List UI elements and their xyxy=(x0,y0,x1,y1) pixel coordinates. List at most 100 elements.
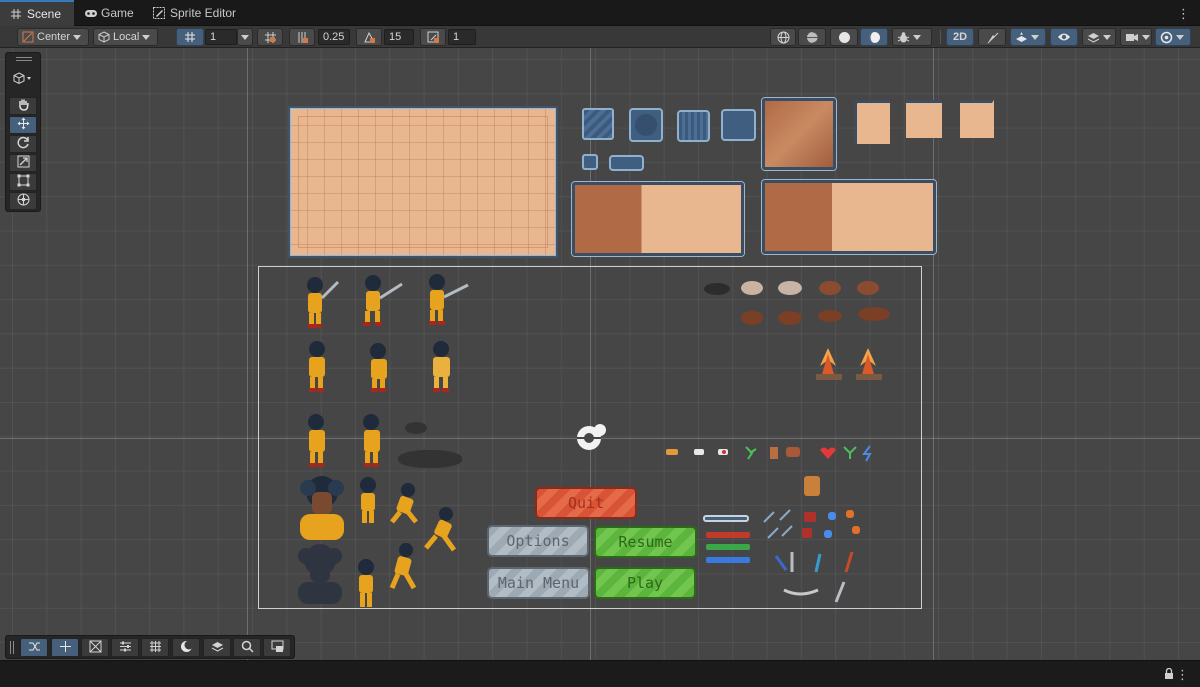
bar-green-sprite[interactable] xyxy=(706,544,750,550)
grid-size-dropdown[interactable] xyxy=(237,28,253,46)
increment-snap-toggle[interactable] xyxy=(257,28,283,46)
rotate-snap-button[interactable] xyxy=(356,28,382,46)
options-button-sprite[interactable]: Options xyxy=(487,525,589,557)
wireframe-shading-button[interactable] xyxy=(770,28,796,46)
rat-sprite-row-1[interactable] xyxy=(740,278,900,335)
tab-scene[interactable]: Scene xyxy=(0,0,74,26)
palette-grip[interactable] xyxy=(16,57,32,58)
pivot-dropdown[interactable]: Center xyxy=(17,28,89,46)
chevron-down-icon xyxy=(142,34,151,40)
scale-snap-button[interactable] xyxy=(420,28,446,46)
overlay-button[interactable] xyxy=(141,638,169,657)
character-sprite[interactable] xyxy=(360,274,403,328)
scene-visibility-toggle[interactable] xyxy=(1050,28,1078,46)
character-sprite[interactable] xyxy=(302,413,332,474)
slot-pill-sprite[interactable] xyxy=(609,155,644,171)
character-running-sprite[interactable] xyxy=(422,506,462,557)
camera-gizmo-icon[interactable] xyxy=(576,422,608,455)
space-dropdown[interactable]: Local xyxy=(93,28,158,46)
bar-empty-sprite[interactable] xyxy=(703,515,749,522)
lock-icon[interactable] xyxy=(1164,667,1174,683)
debug-draw-dropdown[interactable] xyxy=(892,28,932,46)
transform-tool[interactable] xyxy=(9,192,37,210)
slot-striped-sprite[interactable] xyxy=(582,108,614,140)
overlay-toolbar xyxy=(5,635,295,659)
character-sprite[interactable] xyxy=(426,340,460,399)
move-tool[interactable] xyxy=(9,116,37,134)
effects-dropdown[interactable] xyxy=(1010,28,1046,46)
overlay-button[interactable] xyxy=(263,638,291,657)
overlay-button[interactable] xyxy=(20,638,48,657)
slot-plain-sprite[interactable] xyxy=(721,109,756,141)
panel-wide-right-sprite[interactable] xyxy=(762,180,936,254)
panel-corner-sprite[interactable] xyxy=(854,100,890,144)
overlay-button[interactable] xyxy=(233,638,261,657)
panel-wide-left-sprite[interactable] xyxy=(572,182,744,256)
bar-blue-sprite[interactable] xyxy=(706,557,750,563)
character-sprite[interactable] xyxy=(302,276,340,328)
character-sprite[interactable] xyxy=(364,342,394,401)
item-icons-row[interactable] xyxy=(664,445,884,466)
scene-viewport[interactable]: Quit Options Resume Main Menu Play xyxy=(0,48,1200,660)
palette-grip[interactable] xyxy=(16,60,32,61)
portrait-silhouette-sprite[interactable] xyxy=(290,544,350,611)
rotate-snap-field[interactable]: 15 xyxy=(384,29,414,45)
character-portrait-sprite[interactable] xyxy=(292,476,352,543)
character-sprite[interactable] xyxy=(424,273,470,329)
unlit-button[interactable] xyxy=(860,28,888,46)
character-running-sprite[interactable] xyxy=(386,482,426,529)
shaded-wireframe-button[interactable] xyxy=(798,28,826,46)
overlay-button[interactable] xyxy=(172,638,200,657)
rect-tool[interactable] xyxy=(9,173,37,191)
move-snap-field[interactable]: 0.25 xyxy=(318,29,350,45)
slot-round-sprite[interactable] xyxy=(629,108,663,142)
tab-sprite-editor[interactable]: Sprite Editor xyxy=(143,0,246,26)
grid-snap-toggle[interactable] xyxy=(176,28,204,46)
scale-snap-field[interactable]: 1 xyxy=(448,29,476,45)
overlay-button[interactable] xyxy=(51,638,79,657)
grid-size-field[interactable]: 1 xyxy=(205,29,237,45)
campfire-sprite[interactable] xyxy=(810,344,888,391)
layers-icon xyxy=(1087,31,1100,44)
tab-game[interactable]: Game xyxy=(74,0,144,26)
lighting-toggle[interactable] xyxy=(978,28,1006,46)
shadow-sprite[interactable] xyxy=(405,422,427,434)
play-button-sprite[interactable]: Play xyxy=(594,567,696,599)
item-icons-cluster[interactable] xyxy=(762,474,872,607)
character-sprite[interactable] xyxy=(302,340,332,399)
panel-end-sprite[interactable] xyxy=(960,100,994,138)
mode-2d-toggle[interactable]: 2D xyxy=(946,28,974,46)
shaded-button[interactable] xyxy=(830,28,858,46)
gizmos-dropdown[interactable] xyxy=(1155,28,1191,46)
move-snap-button[interactable] xyxy=(289,28,315,46)
slot-badge-sprite[interactable] xyxy=(677,110,710,142)
panel-square-sprite[interactable] xyxy=(762,98,836,170)
overlay-button[interactable] xyxy=(81,638,109,657)
panel-edge-sprite[interactable] xyxy=(906,100,942,138)
shadow-sprite[interactable] xyxy=(704,283,730,295)
rotate-tool[interactable] xyxy=(9,135,37,153)
bar-red-sprite[interactable] xyxy=(706,532,750,538)
shadow-sprite[interactable] xyxy=(398,450,462,468)
character-sprite[interactable] xyxy=(354,476,382,529)
view-orientation-button[interactable] xyxy=(9,71,37,89)
scale-tool[interactable] xyxy=(9,154,37,172)
character-sprite[interactable] xyxy=(357,413,387,474)
character-sprite[interactable] xyxy=(352,558,380,613)
character-running-sprite[interactable] xyxy=(386,542,424,597)
resume-button-sprite[interactable]: Resume xyxy=(594,526,697,558)
overlay-grip[interactable] xyxy=(10,641,11,654)
panel-large-sprite[interactable] xyxy=(288,106,558,258)
more-options-icon[interactable]: ⋮ xyxy=(1176,667,1189,683)
main-menu-button-sprite[interactable]: Main Menu xyxy=(487,567,590,599)
camera-dropdown[interactable] xyxy=(1120,28,1152,46)
layers-dropdown[interactable] xyxy=(1082,28,1116,46)
overlay-button[interactable] xyxy=(203,638,231,657)
resume-label: Resume xyxy=(618,533,673,551)
overlay-grip[interactable] xyxy=(13,641,14,654)
slot-tiny-sprite[interactable] xyxy=(582,154,598,170)
overlay-button[interactable] xyxy=(111,638,139,657)
quit-button-sprite[interactable]: Quit xyxy=(535,487,637,519)
more-options-icon[interactable]: ⋮ xyxy=(1177,6,1190,22)
hand-tool[interactable] xyxy=(9,97,37,115)
